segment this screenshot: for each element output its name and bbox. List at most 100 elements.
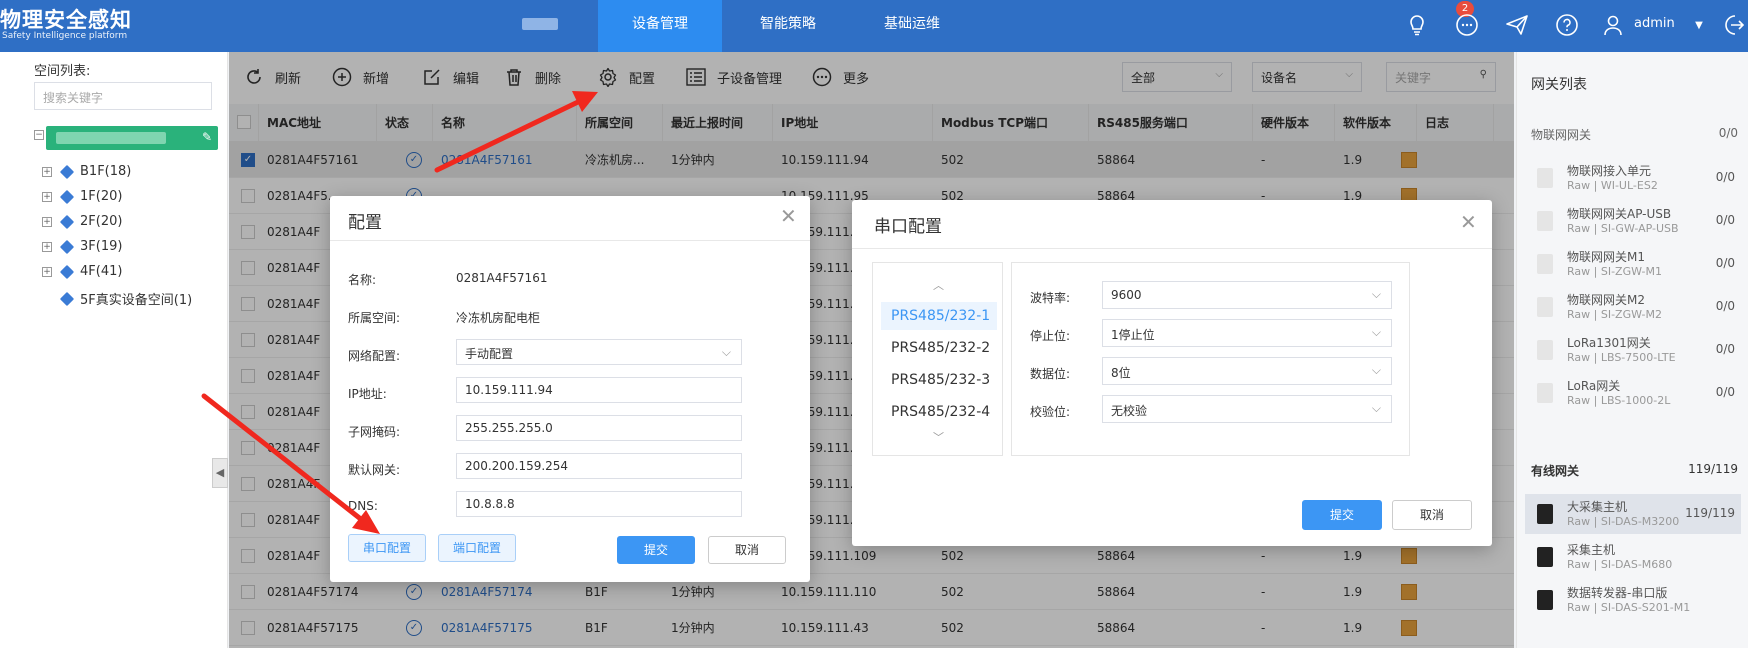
gateway-device-icon [1537,168,1553,188]
gateway-model: Raw | LBS-7500-LTE [1567,351,1676,364]
port-item-4[interactable]: PRS485/232-4 [881,398,997,426]
nav-basic-ops[interactable]: 基础运维 [868,0,956,52]
gateway-item[interactable]: 物联网接入单元 Raw | WI-UL-ES2 0/0 [1525,158,1741,198]
logout-icon[interactable] [1720,12,1746,38]
chevron-down-icon: ⌵ [1371,287,1381,301]
gateway-name: LoRa网关 [1567,379,1621,393]
ip-field[interactable]: 10.159.111.94 [456,377,742,403]
serial-config-button[interactable]: 串口配置 [348,534,426,562]
cube-icon [59,291,75,306]
gateway-model: Raw | SI-DAS-M3200 [1567,515,1680,528]
gateway-item[interactable]: 物联网网关AP-USB Raw | SI-GW-AP-USB 0/0 [1525,201,1741,241]
gateway-count: 0/0 [1715,385,1735,399]
close-icon[interactable]: ✕ [1460,210,1477,234]
gateway-count: 119/119 [1685,506,1735,520]
dns-field[interactable]: 10.8.8.8 [456,491,742,517]
port-item-3[interactable]: PRS485/232-3 [881,366,997,394]
edit-icon[interactable]: ✎ [202,130,212,144]
nav-device-management[interactable]: 设备管理 [598,0,722,52]
serial-submit-button[interactable]: 提交 [1302,500,1382,530]
gateway-name: 采集主机 [1567,543,1616,557]
gateway-device-icon [1537,590,1553,610]
gateway-item[interactable]: 大采集主机 Raw | SI-DAS-M3200 119/119 [1525,494,1741,534]
tree-item-1f[interactable]: +1F(20) [42,189,122,204]
gateway-item[interactable]: LoRa网关 Raw | LBS-1000-2L 0/0 [1525,373,1741,413]
user-icon[interactable] [1600,12,1626,38]
gateway-count: 0/0 [1715,170,1735,184]
gateway-name: 物联网网关M2 [1567,293,1645,307]
gateway-item[interactable]: 数据转发器-串口版 Raw | SI-DAS-S201-M1 [1525,580,1741,620]
nav-blurred-item[interactable] [510,0,570,52]
gateway-device-icon [1537,547,1553,567]
gateway-list-title: 网关列表 [1531,77,1587,93]
gateway-name: 大采集主机 [1567,500,1628,514]
send-icon[interactable] [1504,12,1530,38]
baud-select[interactable]: 9600 ⌵ [1102,281,1392,309]
gateway-list-panel: 网关列表 物联网网关 0/0 物联网接入单元 Raw | WI-UL-ES2 0/0… [1516,52,1748,648]
data-bit-select[interactable]: 8位 ⌵ [1102,357,1392,385]
config-dialog: 配置 ✕ 名称: 0281A4F57161 所属空间: 冷冻机房配电柜 网络配置… [330,196,810,582]
port-config-button[interactable]: 端口配置 [438,534,516,562]
gateway-device-icon [1537,383,1553,403]
serial-dialog-title: 串口配置 [874,217,942,237]
space-list-panel: 空间列表: 搜索关键字 − ✎ + B1F(18) +1F(20) +2F(20)… [0,52,228,648]
gateway-model: Raw | SI-ZGW-M2 [1567,308,1662,321]
nav-smart-strategy[interactable]: 智能策略 [744,0,832,52]
network-config-select[interactable]: 手动配置 ⌵ [456,339,742,365]
config-dialog-title: 配置 [348,213,382,233]
wired-gateway-section[interactable]: 有线网关 [1531,462,1579,479]
port-item-2[interactable]: PRS485/232-2 [881,334,997,362]
cube-icon [59,164,75,179]
tree-item-2f[interactable]: +2F(20) [42,214,122,229]
tree-item-3f[interactable]: +3F(19) [42,239,122,254]
config-cancel-button[interactable]: 取消 [708,536,786,564]
gateway-count: 0/0 [1715,342,1735,356]
stop-bit-select[interactable]: 1停止位 ⌵ [1102,319,1392,347]
gateway-model: Raw | WI-UL-ES2 [1567,179,1658,192]
cube-icon [59,239,75,254]
gateway-label: 默认网关: [348,463,401,477]
serial-params-panel: 波特率: 9600 ⌵ 停止位: 1停止位 ⌵ 数据位: 8位 ⌵ 校验位: 无校验 ⌵ [1011,262,1410,456]
collapse-panel-icon[interactable]: ◀ [212,458,228,488]
tree-item-4f[interactable]: +4F(41) [42,264,122,279]
username[interactable]: admin [1634,16,1675,31]
config-submit-button[interactable]: 提交 [617,536,695,564]
help-icon[interactable] [1554,12,1580,38]
chevron-down-icon[interactable]: ▼ [1686,12,1712,38]
gateway-model: Raw | SI-GW-AP-USB [1567,222,1679,235]
close-icon[interactable]: ✕ [780,204,797,228]
gateway-item[interactable]: 采集主机 Raw | SI-DAS-M680 [1525,537,1741,577]
ip-label: IP地址: [348,387,387,401]
gateway-device-icon [1537,504,1553,524]
tree-item-b1f[interactable]: + B1F(18) [42,164,131,179]
divider [330,240,810,241]
serial-cancel-button[interactable]: 取消 [1392,500,1472,530]
space-search-input[interactable]: 搜索关键字 [34,82,212,110]
chat-icon[interactable] [1454,12,1480,38]
gateway-model: Raw | SI-ZGW-M1 [1567,265,1662,278]
subnet-mask-field[interactable]: 255.255.255.0 [456,415,742,441]
chevron-up-icon[interactable]: ︿ [933,277,944,293]
gateway-count: 0/0 [1715,256,1735,270]
gateway-model: Raw | SI-DAS-M680 [1567,558,1673,571]
port-item-1[interactable]: PRS485/232-1 [881,302,997,330]
space-label: 所属空间: [348,311,401,325]
chevron-down-icon: ⌵ [1371,363,1381,377]
gateway-device-icon [1537,340,1553,360]
iot-gateway-count: 0/0 [1718,126,1738,140]
notification-icon[interactable] [1404,12,1430,38]
iot-gateway-section[interactable]: 物联网网关 [1531,126,1591,143]
gateway-item[interactable]: LoRa1301网关 Raw | LBS-7500-LTE 0/0 [1525,330,1741,370]
gateway-model: Raw | SI-DAS-S201-M1 [1567,601,1691,614]
wired-gateway-count: 119/119 [1688,462,1738,476]
gateway-item[interactable]: 物联网网关M1 Raw | SI-ZGW-M1 0/0 [1525,244,1741,284]
chevron-down-icon: ⌵ [1371,325,1381,339]
chevron-down-icon[interactable]: ﹀ [933,429,944,445]
gateway-name: 数据转发器-串口版 [1567,586,1668,600]
space-value: 冷冻机房配电柜 [456,311,541,325]
tree-item-5f[interactable]: 5F真实设备空间(1) [59,289,192,308]
parity-select[interactable]: 无校验 ⌵ [1102,395,1392,423]
gateway-item[interactable]: 物联网网关M2 Raw | SI-ZGW-M2 0/0 [1525,287,1741,327]
gateway-field[interactable]: 200.200.159.254 [456,453,742,479]
tree-root-selected[interactable]: ✎ [46,126,218,150]
